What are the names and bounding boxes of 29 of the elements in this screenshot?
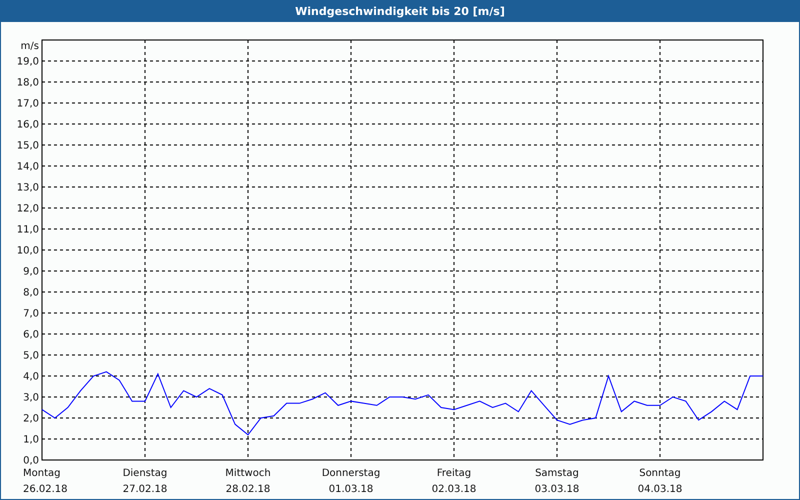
y-tick-label: 13,0 bbox=[16, 182, 39, 194]
x-tick-label: Samstag 03.03.18 bbox=[534, 468, 580, 495]
y-tick-label: 7,0 bbox=[23, 308, 39, 320]
y-tick-label: 5,0 bbox=[23, 350, 39, 362]
chart-title: Windgeschwindigkeit bis 20 [m/s] bbox=[295, 4, 505, 18]
y-tick-label: 15,0 bbox=[16, 140, 39, 152]
y-tick-label: 1,0 bbox=[23, 434, 39, 446]
x-tick-label: Sonntag 04.03.18 bbox=[638, 468, 682, 495]
x-tick-label: Dienstag 27.02.18 bbox=[122, 468, 168, 495]
x-tick-label: Mittwoch 28.02.18 bbox=[225, 468, 271, 495]
y-tick-label: 6,0 bbox=[23, 330, 39, 340]
y-tick-label: 14,0 bbox=[16, 162, 39, 172]
y-axis-unit: m/s bbox=[20, 41, 39, 52]
x-tick-label: Donnerstag 01.03.18 bbox=[322, 468, 380, 495]
y-tick-label: 2,0 bbox=[23, 414, 39, 424]
y-tick-label: 3,0 bbox=[23, 392, 39, 404]
y-tick-label: 4,0 bbox=[23, 372, 39, 382]
y-tick-label: 8,0 bbox=[23, 288, 39, 298]
y-tick-label: 16,0 bbox=[16, 120, 39, 130]
y-tick-label: 10,0 bbox=[16, 246, 39, 256]
y-tick-label: 0,0 bbox=[23, 456, 39, 466]
x-tick-label: Montag 26.02.18 bbox=[23, 468, 68, 495]
y-tick-label: 11,0 bbox=[16, 224, 39, 236]
y-tick-label: 12,0 bbox=[16, 204, 39, 214]
x-tick-label: Freitag 02.03.18 bbox=[432, 468, 476, 495]
y-tick-label: 19,0 bbox=[16, 56, 39, 68]
y-tick-label: 9,0 bbox=[23, 266, 39, 278]
y-tick-label: 18,0 bbox=[16, 78, 39, 88]
y-tick-label: 17,0 bbox=[16, 98, 39, 110]
